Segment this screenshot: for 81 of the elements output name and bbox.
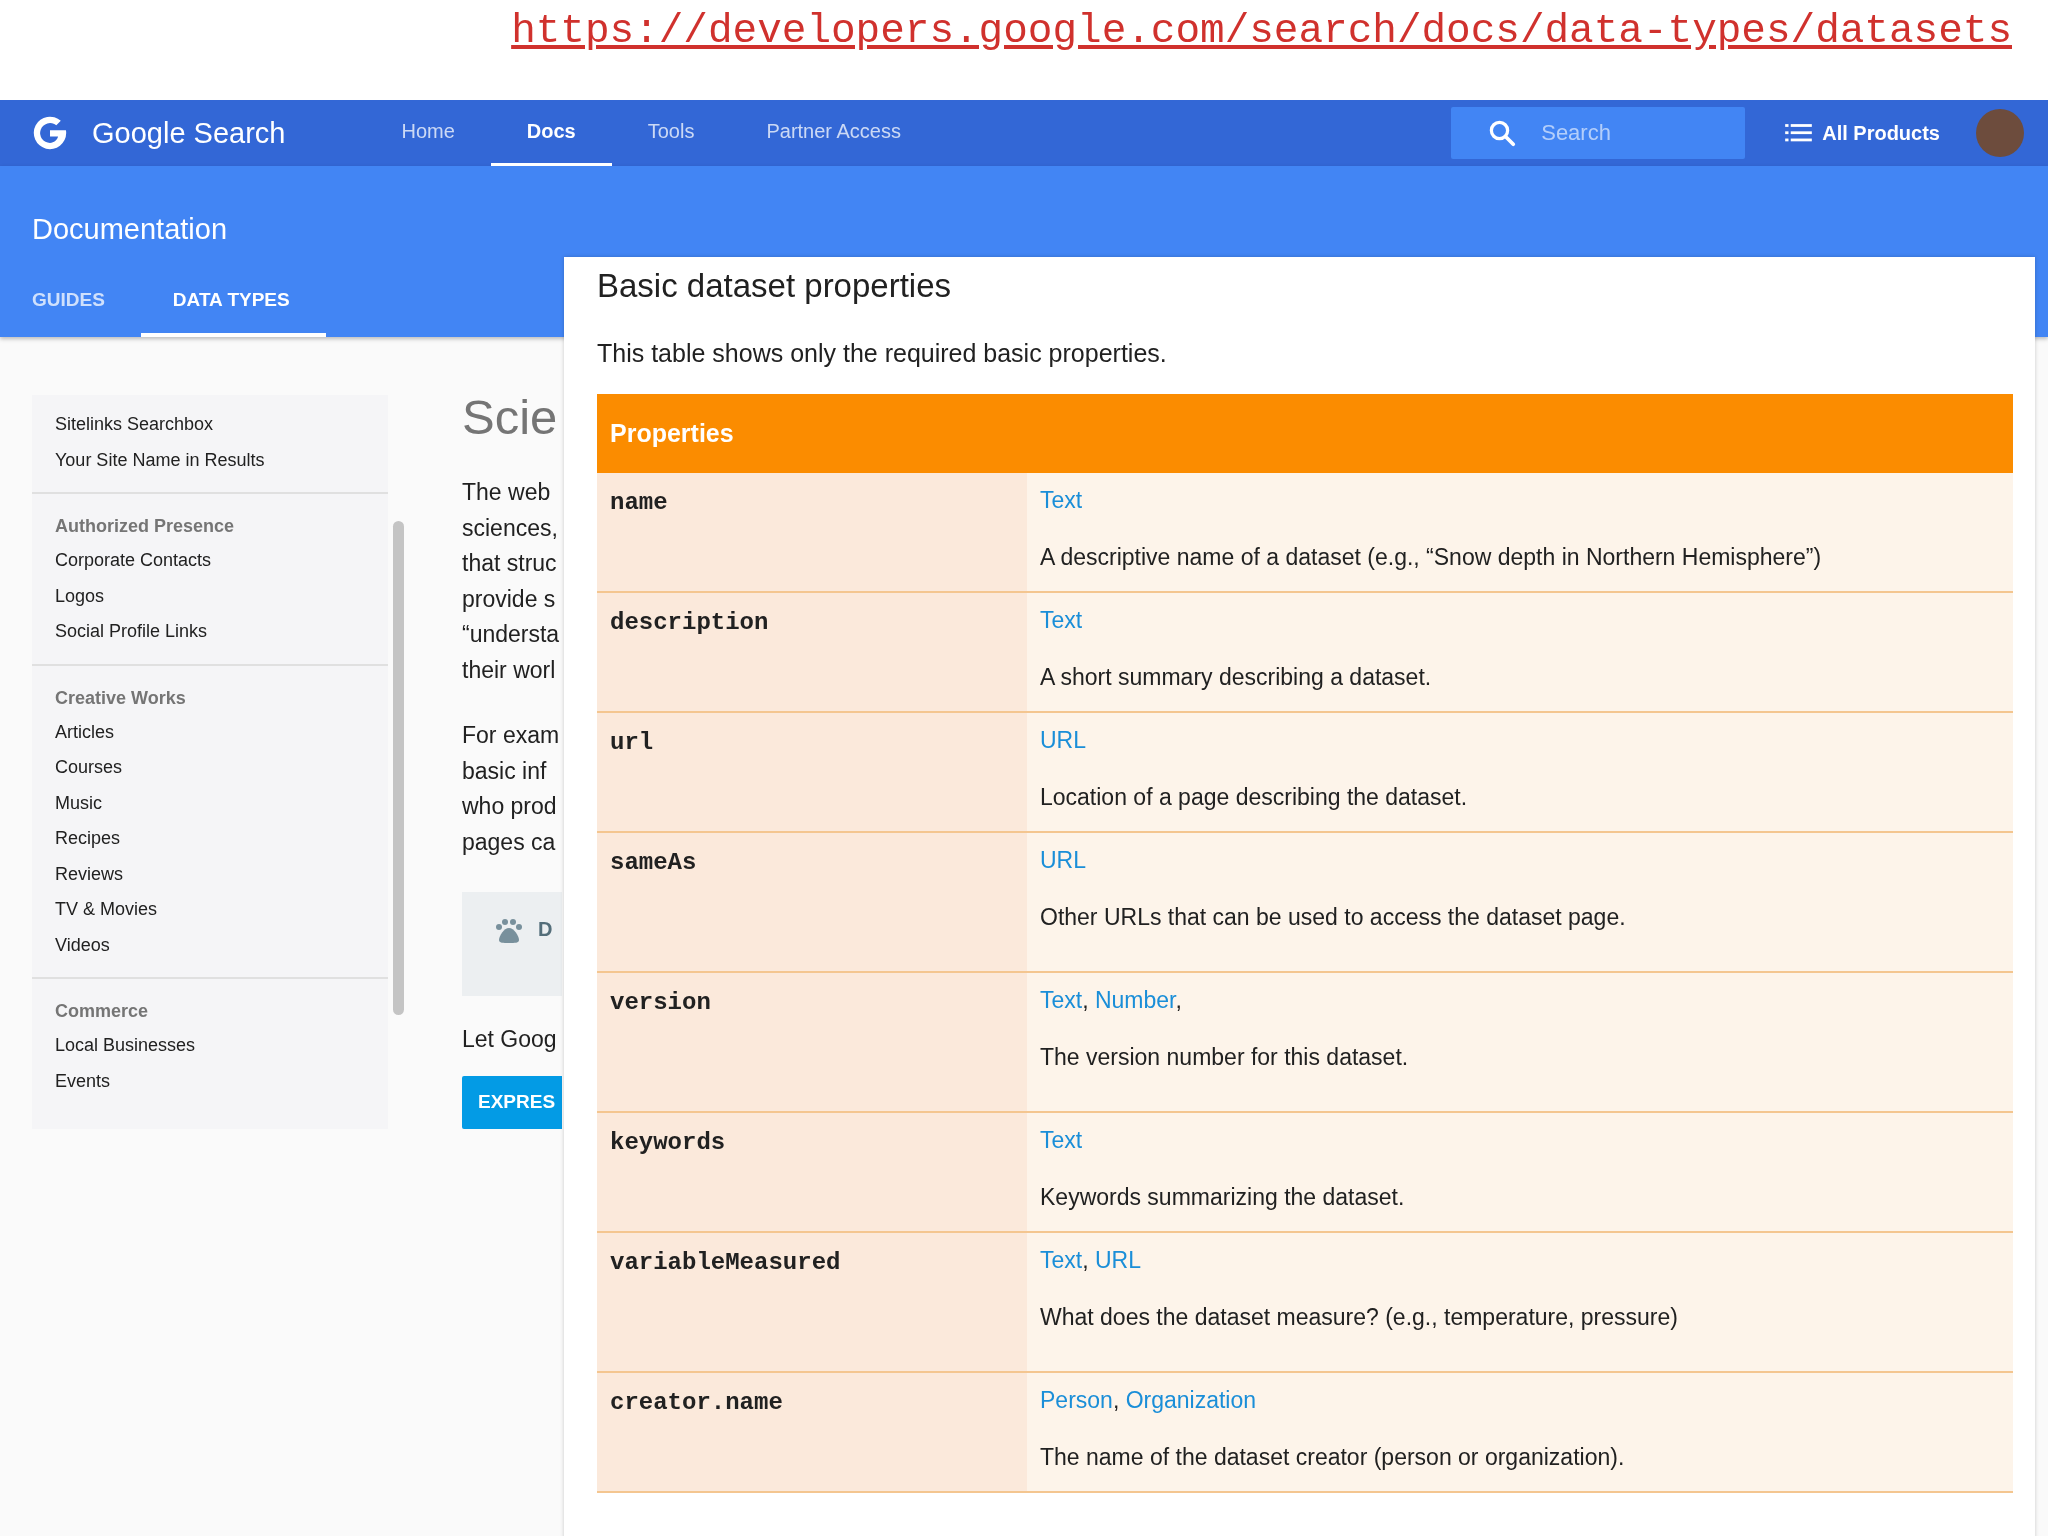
property-name-cell: description bbox=[597, 593, 1027, 711]
sidebar-item[interactable]: Corporate Contacts bbox=[55, 543, 388, 579]
table-header: Properties bbox=[597, 394, 2013, 473]
property-description: A short summary describing a dataset. bbox=[1040, 664, 1433, 691]
site-title: Google Search bbox=[92, 116, 286, 150]
section-tab[interactable]: DATA TYPES bbox=[140, 289, 326, 337]
property-name-cell: variableMeasured bbox=[597, 1233, 1027, 1371]
paragraph-line: their worl bbox=[462, 655, 557, 685]
section-tab[interactable]: GUIDES bbox=[0, 289, 141, 337]
property-description: Other URLs that can be used to access the dataset page. bbox=[1040, 904, 1627, 931]
type-link[interactable]: Text bbox=[1040, 607, 1083, 633]
avatar[interactable] bbox=[1976, 109, 2024, 157]
sidebar-item[interactable]: Music bbox=[55, 785, 388, 821]
sidebar-item[interactable]: Articles bbox=[55, 714, 388, 750]
property-name-cell: url bbox=[597, 713, 1027, 831]
sidebar-item[interactable]: Logos bbox=[55, 578, 388, 614]
paragraph-line: basic inf bbox=[462, 756, 548, 786]
section-title: Documentation bbox=[32, 213, 229, 246]
list-icon bbox=[1785, 123, 1813, 143]
paragraph-line: The web bbox=[462, 478, 552, 507]
g-logo-icon bbox=[32, 115, 68, 151]
sidebar-item[interactable]: Reviews bbox=[55, 856, 388, 892]
search-input[interactable]: Search bbox=[1539, 119, 1724, 147]
sidebar-item[interactable]: Social Profile Links bbox=[55, 614, 388, 650]
paragraph-line: who prod bbox=[462, 792, 558, 821]
paragraph-line: Let Goog bbox=[462, 1025, 558, 1054]
property-name-cell: sameAs bbox=[597, 833, 1027, 971]
type-link[interactable]: Number bbox=[1094, 987, 1176, 1013]
panel-intro: This table shows only the required basic properties. bbox=[597, 339, 1168, 368]
sidebar-heading: Creative Works bbox=[55, 686, 187, 710]
property-name-cell: name bbox=[597, 473, 1027, 591]
paw-icon bbox=[494, 918, 524, 944]
sidebar-item[interactable]: Sitelinks Searchbox bbox=[55, 407, 388, 443]
sidebar-item[interactable]: Videos bbox=[55, 927, 388, 963]
type-link[interactable]: Text bbox=[1040, 1247, 1083, 1273]
paragraph-line: “understa bbox=[462, 620, 561, 649]
nav-tab[interactable]: Home bbox=[365, 100, 491, 166]
property-description: Location of a page describing the dataset. bbox=[1040, 784, 1469, 811]
separator: , bbox=[1112, 1387, 1120, 1413]
page-heading: Scie bbox=[462, 389, 559, 445]
sidebar-heading: Authorized Presence bbox=[55, 515, 236, 538]
type-link[interactable]: URL bbox=[1040, 727, 1086, 753]
scrollbar-thumb[interactable] bbox=[393, 521, 404, 1015]
property-description: The name of the dataset creator (person or organization). bbox=[1040, 1444, 1626, 1471]
sidebar-item[interactable]: Events bbox=[55, 1063, 388, 1099]
sidebar-item[interactable]: TV & Movies bbox=[55, 892, 388, 928]
type-link[interactable]: Person bbox=[1040, 1387, 1113, 1413]
nav-tab[interactable]: Tools bbox=[611, 100, 731, 166]
property-description: What does the dataset measure? (e.g., temperature, pressure) bbox=[1040, 1304, 1679, 1331]
paragraph-line: For exam bbox=[462, 721, 561, 750]
separator: , bbox=[1082, 1247, 1089, 1273]
page-url-link[interactable]: https://developers.google.com/search/docs/data-types/datasets bbox=[511, 8, 2012, 54]
type-link[interactable]: Text bbox=[1040, 487, 1083, 513]
separator: , bbox=[1082, 987, 1089, 1013]
paragraph-line: that struc bbox=[462, 549, 558, 578]
nav-tab[interactable]: Partner Access bbox=[730, 100, 937, 166]
paragraph-line: pages ca bbox=[462, 827, 557, 857]
sidebar-item[interactable]: Recipes bbox=[55, 821, 388, 857]
type-link[interactable]: Text bbox=[1040, 987, 1083, 1013]
sidebar-heading: Commerce bbox=[55, 1000, 150, 1023]
property-name-cell: version bbox=[597, 973, 1027, 1111]
paragraph-line: provide s bbox=[462, 584, 557, 614]
type-link[interactable]: Text bbox=[1040, 1127, 1083, 1153]
sidebar-item[interactable]: Local Businesses bbox=[55, 1028, 388, 1064]
property-name-cell: creator.name bbox=[597, 1373, 1027, 1491]
express-button[interactable]: EXPRES bbox=[462, 1075, 562, 1129]
type-link[interactable]: URL bbox=[1040, 847, 1086, 873]
type-link[interactable]: URL bbox=[1094, 1247, 1141, 1273]
sidebar-item[interactable]: Your Site Name in Results bbox=[55, 442, 388, 478]
sidebar-item[interactable]: Courses bbox=[55, 750, 388, 786]
search-field[interactable]: Search bbox=[1451, 107, 1746, 159]
search-icon bbox=[1487, 118, 1518, 148]
property-description: The version number for this dataset. bbox=[1040, 1044, 1410, 1071]
property-description: Keywords summarizing the dataset. bbox=[1040, 1184, 1406, 1211]
paragraph-line: sciences, bbox=[462, 513, 559, 543]
property-description: A descriptive name of a dataset (e.g., “Snow depth in Northern Hemisphere”) bbox=[1040, 544, 1823, 571]
panel-title: Basic dataset properties bbox=[597, 267, 953, 305]
property-name-cell: keywords bbox=[597, 1113, 1027, 1231]
all-products-button[interactable]: All Products bbox=[1785, 121, 1940, 145]
callout-title: D bbox=[538, 918, 553, 941]
type-link[interactable]: Organization bbox=[1125, 1387, 1257, 1413]
